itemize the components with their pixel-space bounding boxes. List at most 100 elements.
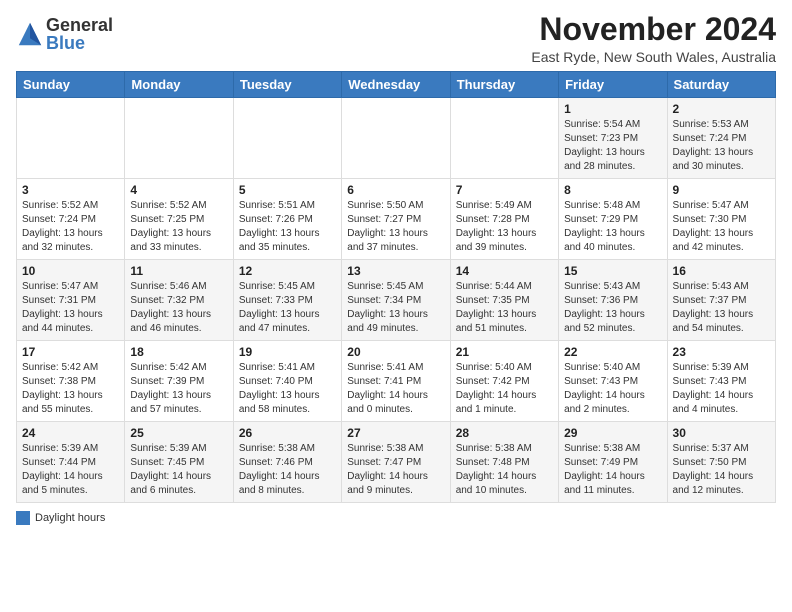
day-detail: Sunrise: 5:53 AMSunset: 7:24 PMDaylight:…: [673, 118, 770, 174]
col-thursday: Thursday: [450, 72, 558, 98]
week-row-1: 1Sunrise: 5:54 AMSunset: 7:23 PMDaylight…: [17, 98, 776, 179]
day-cell: 27Sunrise: 5:38 AMSunset: 7:47 PMDayligh…: [342, 422, 450, 503]
day-cell: [125, 98, 233, 179]
day-cell: 12 Sunrise: 5:45 AMSunset: 7:33 PMDayligh…: [233, 260, 341, 341]
col-friday: Friday: [559, 72, 667, 98]
day-number: 28: [456, 426, 553, 440]
day-cell: 21 Sunrise: 5:40 AMSunset: 7:42 PMDayligh…: [450, 341, 558, 422]
col-tuesday: Tuesday: [233, 72, 341, 98]
day-detail: Sunrise: 5:42 AMSunset: 7:39 PMDaylight:…: [130, 361, 227, 417]
subtitle: East Ryde, New South Wales, Australia: [531, 49, 776, 65]
day-number: 1: [564, 102, 661, 116]
day-number: 13: [347, 264, 444, 278]
day-cell: 3Sunrise: 5:52 AMSunset: 7:24 PMDaylight…: [17, 179, 125, 260]
day-detail: Sunrise: 5:38 AMSunset: 7:49 PMDaylight:…: [564, 442, 661, 498]
day-number: 25: [130, 426, 227, 440]
calendar-header: Sunday Monday Tuesday Wednesday Thursday…: [17, 72, 776, 98]
day-number: 30: [673, 426, 770, 440]
day-number: 2: [673, 102, 770, 116]
day-detail: Sunrise: 5:41 AMSunset: 7:41 PMDaylight:…: [347, 361, 444, 417]
legend-label: Daylight hours: [35, 512, 105, 524]
day-detail: Sunrise: 5:39 AMSunset: 7:44 PMDaylight:…: [22, 442, 119, 498]
day-cell: 25 Sunrise: 5:39 AMSunset: 7:45 PMDayligh…: [125, 422, 233, 503]
day-detail: Sunrise: 5:45 AMSunset: 7:33 PMDaylight:…: [239, 280, 336, 336]
calendar-body: 1Sunrise: 5:54 AMSunset: 7:23 PMDaylight…: [17, 98, 776, 503]
day-detail: Sunrise: 5:46 AMSunset: 7:32 PMDaylight:…: [130, 280, 227, 336]
day-number: 12: [239, 264, 336, 278]
day-number: 9: [673, 183, 770, 197]
day-detail: Sunrise: 5:44 AMSunset: 7:35 PMDaylight:…: [456, 280, 553, 336]
day-number: 14: [456, 264, 553, 278]
day-number: 7: [456, 183, 553, 197]
main-title: November 2024: [531, 12, 776, 47]
day-detail: Sunrise: 5:38 AMSunset: 7:48 PMDaylight:…: [456, 442, 553, 498]
day-number: 20: [347, 345, 444, 359]
day-detail: Sunrise: 5:52 AMSunset: 7:25 PMDaylight:…: [130, 199, 227, 255]
day-number: 27: [347, 426, 444, 440]
day-detail: Sunrise: 5:40 AMSunset: 7:42 PMDaylight:…: [456, 361, 553, 417]
day-detail: Sunrise: 5:51 AMSunset: 7:26 PMDaylight:…: [239, 199, 336, 255]
day-detail: Sunrise: 5:42 AMSunset: 7:38 PMDaylight:…: [22, 361, 119, 417]
day-detail: Sunrise: 5:47 AMSunset: 7:31 PMDaylight:…: [22, 280, 119, 336]
day-detail: Sunrise: 5:38 AMSunset: 7:46 PMDaylight:…: [239, 442, 336, 498]
day-cell: 14 Sunrise: 5:44 AMSunset: 7:35 PMDayligh…: [450, 260, 558, 341]
day-number: 10: [22, 264, 119, 278]
day-cell: 24 Sunrise: 5:39 AMSunset: 7:44 PMDayligh…: [17, 422, 125, 503]
day-cell: [233, 98, 341, 179]
day-number: 8: [564, 183, 661, 197]
day-detail: Sunrise: 5:50 AMSunset: 7:27 PMDaylight:…: [347, 199, 444, 255]
day-cell: [17, 98, 125, 179]
day-cell: 5 Sunrise: 5:51 AMSunset: 7:26 PMDaylight…: [233, 179, 341, 260]
day-number: 26: [239, 426, 336, 440]
week-row-5: 24 Sunrise: 5:39 AMSunset: 7:44 PMDayligh…: [17, 422, 776, 503]
week-row-3: 10 Sunrise: 5:47 AMSunset: 7:31 PMDayligh…: [17, 260, 776, 341]
day-detail: Sunrise: 5:45 AMSunset: 7:34 PMDaylight:…: [347, 280, 444, 336]
day-cell: 28 Sunrise: 5:38 AMSunset: 7:48 PMDayligh…: [450, 422, 558, 503]
day-cell: 9 Sunrise: 5:47 AMSunset: 7:30 PMDaylight…: [667, 179, 775, 260]
legend-color-box: [16, 511, 30, 525]
day-detail: Sunrise: 5:39 AMSunset: 7:45 PMDaylight:…: [130, 442, 227, 498]
day-cell: [342, 98, 450, 179]
day-cell: 29Sunrise: 5:38 AMSunset: 7:49 PMDayligh…: [559, 422, 667, 503]
day-number: 16: [673, 264, 770, 278]
day-cell: 15Sunrise: 5:43 AMSunset: 7:36 PMDayligh…: [559, 260, 667, 341]
page: General Blue November 2024 East Ryde, Ne…: [0, 0, 792, 612]
day-cell: 11Sunrise: 5:46 AMSunset: 7:32 PMDayligh…: [125, 260, 233, 341]
day-cell: 8Sunrise: 5:48 AMSunset: 7:29 PMDaylight…: [559, 179, 667, 260]
day-cell: 2 Sunrise: 5:53 AMSunset: 7:24 PMDaylight…: [667, 98, 775, 179]
day-cell: 7 Sunrise: 5:49 AMSunset: 7:28 PMDaylight…: [450, 179, 558, 260]
day-number: 3: [22, 183, 119, 197]
day-detail: Sunrise: 5:49 AMSunset: 7:28 PMDaylight:…: [456, 199, 553, 255]
header: General Blue November 2024 East Ryde, Ne…: [16, 12, 776, 65]
day-cell: 13 Sunrise: 5:45 AMSunset: 7:34 PMDayligh…: [342, 260, 450, 341]
day-cell: 6 Sunrise: 5:50 AMSunset: 7:27 PMDaylight…: [342, 179, 450, 260]
logo-general: General: [46, 16, 113, 34]
day-number: 4: [130, 183, 227, 197]
day-detail: Sunrise: 5:39 AMSunset: 7:43 PMDaylight:…: [673, 361, 770, 417]
day-cell: 19Sunrise: 5:41 AMSunset: 7:40 PMDayligh…: [233, 341, 341, 422]
header-row: Sunday Monday Tuesday Wednesday Thursday…: [17, 72, 776, 98]
day-number: 5: [239, 183, 336, 197]
day-cell: 22 Sunrise: 5:40 AMSunset: 7:43 PMDayligh…: [559, 341, 667, 422]
day-number: 24: [22, 426, 119, 440]
day-cell: 10 Sunrise: 5:47 AMSunset: 7:31 PMDayligh…: [17, 260, 125, 341]
week-row-2: 3Sunrise: 5:52 AMSunset: 7:24 PMDaylight…: [17, 179, 776, 260]
logo-text: General Blue: [46, 16, 113, 52]
day-detail: Sunrise: 5:43 AMSunset: 7:36 PMDaylight:…: [564, 280, 661, 336]
day-cell: 23Sunrise: 5:39 AMSunset: 7:43 PMDayligh…: [667, 341, 775, 422]
col-monday: Monday: [125, 72, 233, 98]
col-sunday: Sunday: [17, 72, 125, 98]
col-saturday: Saturday: [667, 72, 775, 98]
week-row-4: 17Sunrise: 5:42 AMSunset: 7:38 PMDayligh…: [17, 341, 776, 422]
logo-blue: Blue: [46, 34, 113, 52]
day-detail: Sunrise: 5:47 AMSunset: 7:30 PMDaylight:…: [673, 199, 770, 255]
day-cell: 26 Sunrise: 5:38 AMSunset: 7:46 PMDayligh…: [233, 422, 341, 503]
day-number: 6: [347, 183, 444, 197]
day-cell: 17Sunrise: 5:42 AMSunset: 7:38 PMDayligh…: [17, 341, 125, 422]
day-cell: 30Sunrise: 5:37 AMSunset: 7:50 PMDayligh…: [667, 422, 775, 503]
day-detail: Sunrise: 5:40 AMSunset: 7:43 PMDaylight:…: [564, 361, 661, 417]
day-detail: Sunrise: 5:43 AMSunset: 7:37 PMDaylight:…: [673, 280, 770, 336]
day-number: 22: [564, 345, 661, 359]
day-detail: Sunrise: 5:41 AMSunset: 7:40 PMDaylight:…: [239, 361, 336, 417]
day-number: 21: [456, 345, 553, 359]
